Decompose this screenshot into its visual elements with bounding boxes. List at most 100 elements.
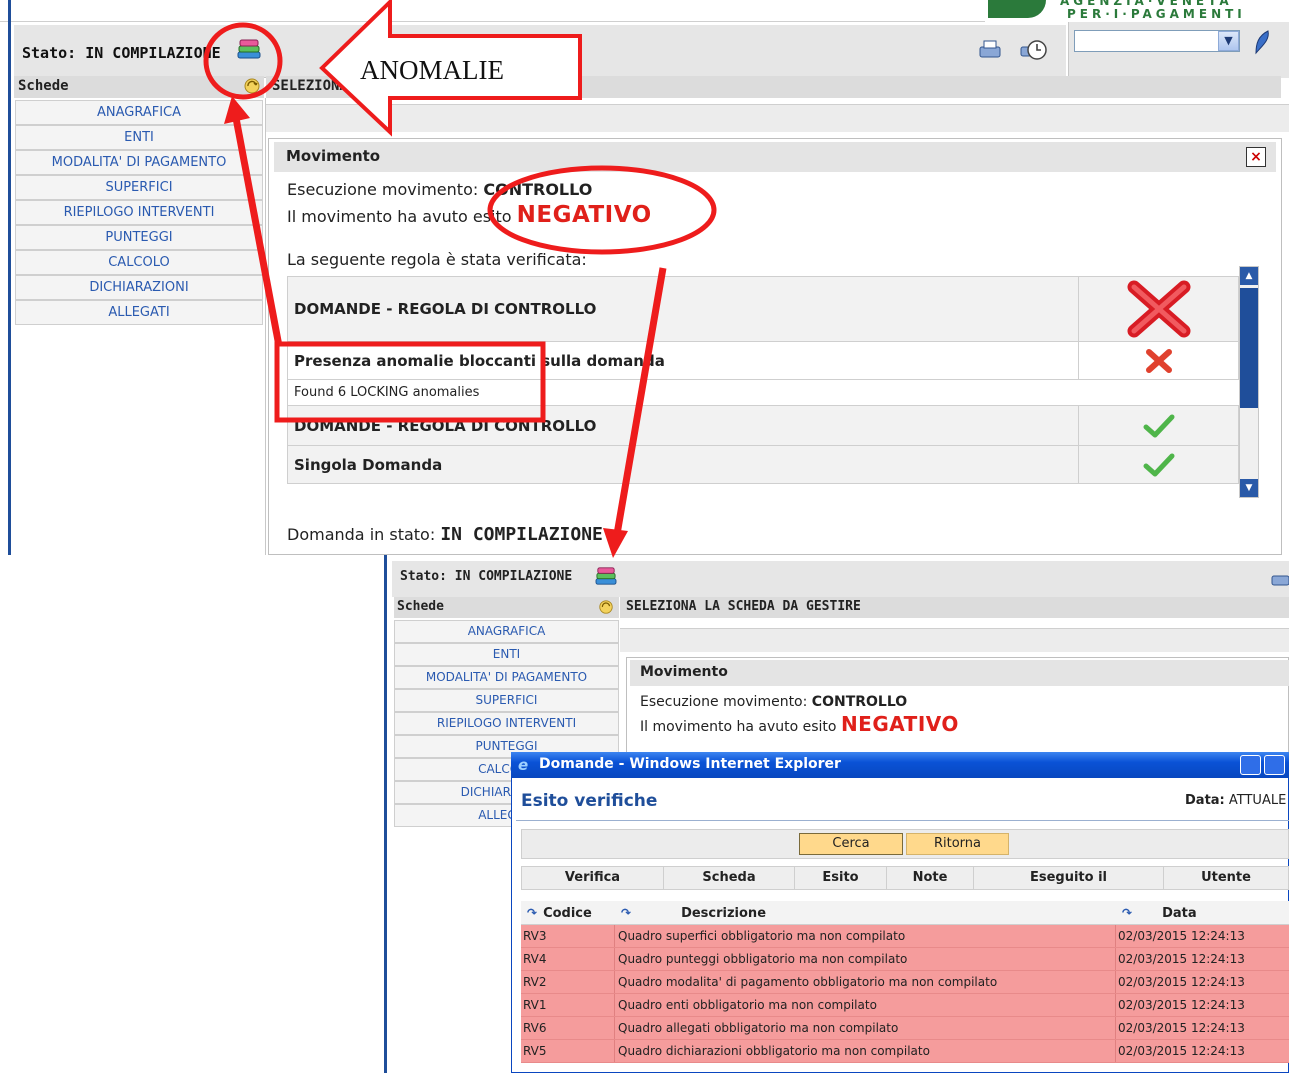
rule-text: Presenza anomalie bloccanti sulla domand… [294,351,665,370]
rule-result [1078,406,1238,445]
status-label: Stato: [400,569,447,584]
browser-top-strip [0,0,1070,22]
movimento-title: Movimento [630,660,1289,686]
col-verifica[interactable]: Verifica [522,867,664,889]
data-label: Data: [1185,793,1225,808]
menu-item-anagrafica[interactable]: ANAGRAFICA [394,620,619,643]
anomalia-row[interactable]: RV1 Quadro enti obbligatorio ma non comp… [521,994,1289,1017]
descrizione-cell: Quadro allegati obbligatorio ma non comp… [615,1017,1116,1039]
col-note[interactable]: Note [887,867,974,889]
schede-header: Schede [394,597,619,618]
close-icon[interactable]: × [1246,147,1266,167]
menu-item-anagrafica[interactable]: ANAGRAFICA [15,100,263,125]
anomalie-header: ↷ Codice ↷ Descrizione ↷ Data [521,901,1289,925]
menu-item-enti[interactable]: ENTI [394,643,619,666]
status-value: IN COMPILAZIONE [454,569,573,584]
minimize-icon[interactable] [1240,755,1261,775]
selezione-header: SELEZIONA LA SCHEDA DA GESTIRE [620,597,1289,618]
anomalia-row[interactable]: RV6 Quadro allegati obbligatorio ma non … [521,1017,1289,1040]
exec-line: Esecuzione movimento: CONTROLLO [640,694,907,710]
descrizione-cell: Quadro modalita' di pagamento obbligator… [615,971,1116,993]
fail-large-icon [1127,280,1190,338]
menu-item-superfici[interactable]: SUPERFICI [15,175,263,200]
anomalie-annotation-label: ANOMALIE [360,55,504,85]
col-data[interactable]: ↷ Data [1116,901,1289,924]
menu-item-riepilogo-interventi[interactable]: RIEPILOGO INTERVENTI [394,712,619,735]
refresh-icon[interactable] [243,77,261,95]
status-label: Stato: [22,44,77,62]
col-codice[interactable]: ↷ Codice [521,901,615,924]
col-scheda[interactable]: Scheda [664,867,795,889]
status-text: Stato: IN COMPILAZIONE [22,44,221,62]
menu-item-dichiarazioni[interactable]: DICHIARAZIONI [15,275,263,300]
sort-icon[interactable]: ↷ [621,906,631,920]
col-utente[interactable]: Utente [1164,867,1288,889]
exec-line: Esecuzione movimento: CONTROLLO [287,180,592,199]
ritorna-button[interactable]: Ritorna [906,833,1009,855]
movimento-title: Movimento [274,142,1276,172]
feather-icon[interactable] [1248,28,1276,56]
data-cell: 02/03/2015 12:24:13 [1118,1021,1245,1035]
divider [516,820,1289,821]
rule-text: DOMANDE - REGOLA DI CONTROLLO [294,416,597,435]
maximize-icon[interactable] [1264,755,1285,775]
data-value: ATTUALE [1228,793,1287,808]
menu-item-modalita-pagamento[interactable]: MODALITA' DI PAGAMENTO [15,150,263,175]
scroll-down-icon[interactable]: ▼ [1240,479,1258,497]
menu-item-superfici[interactable]: SUPERFICI [394,689,619,712]
fail-icon [1145,348,1172,373]
print-icon[interactable] [976,37,1004,63]
descrizione-cell: Quadro superfici obbligatorio ma non com… [615,925,1116,947]
menu-item-modalita-pagamento[interactable]: MODALITA' DI PAGAMENTO [394,666,619,689]
descrizione-cell: Quadro enti obbligatorio ma non compilat… [615,994,1116,1016]
rule-row: DOMANDE - REGOLA DI CONTROLLO [287,406,1239,446]
history-icon[interactable] [1019,37,1047,63]
window-title: Domande - Windows Internet Explorer [511,752,1289,778]
codice-cell: RV4 [521,948,615,970]
codice-cell: RV5 [521,1040,615,1062]
anomalia-row[interactable]: RV2 Quadro modalita' di pagamento obblig… [521,971,1289,994]
menu-item-enti[interactable]: ENTI [15,125,263,150]
frame-border [8,0,11,555]
menu-item-calcolo[interactable]: CALCOLO [15,250,263,275]
chevron-down-icon[interactable]: ▼ [1218,31,1239,51]
menu-item-allegati[interactable]: ALLEGATI [15,300,263,325]
refresh-icon[interactable] [598,599,614,615]
toolbar [976,37,1057,67]
anomalia-row[interactable]: RV5 Quadro dichiarazioni obbligatorio ma… [521,1040,1289,1063]
sort-icon[interactable]: ↷ [527,906,537,920]
books-anomalie-icon[interactable] [236,38,262,60]
logo-text-line2: PER·I·PAGAMENTI [1067,7,1246,21]
descrizione-cell: Quadro dichiarazioni obbligatorio ma non… [615,1040,1116,1062]
rule-row: Found 6 LOCKING anomalies [287,380,1239,406]
anomalie-table: ↷ Codice ↷ Descrizione ↷ Data RV3 Quadro su… [521,901,1289,1063]
frame-border [384,555,387,1073]
check-icon [1143,414,1174,437]
print-icon[interactable] [1270,568,1289,588]
anomalia-row[interactable]: RV4 Quadro punteggi obbligatorio ma non … [521,948,1289,971]
rule-row: Singola Domanda [287,446,1239,484]
col-descrizione-label: Descrizione [681,906,767,921]
scroll-up-icon[interactable]: ▲ [1240,267,1258,285]
scrollbar-thumb[interactable] [1240,288,1258,408]
schede-header: Schede [14,76,264,98]
schede-menu: ANAGRAFICA ENTI MODALITA' DI PAGAMENTO S… [15,100,263,325]
rule-text: DOMANDE - REGOLA DI CONTROLLO [294,300,597,318]
books-anomalie-icon[interactable] [594,566,618,586]
data-cell: 02/03/2015 12:24:13 [1118,952,1245,966]
menu-item-punteggi[interactable]: PUNTEGGI [15,225,263,250]
top-select[interactable] [1074,30,1240,52]
col-descrizione[interactable]: ↷ Descrizione [615,901,1116,924]
col-eseguito-il[interactable]: Eseguito il [974,867,1164,889]
exec-value: CONTROLLO [811,694,908,710]
rule-row: Presenza anomalie bloccanti sulla domand… [287,342,1239,380]
sort-icon[interactable]: ↷ [1122,906,1132,920]
descrizione-cell: Quadro punteggi obbligatorio ma non comp… [615,948,1116,970]
col-esito[interactable]: Esito [795,867,887,889]
rules-table: DOMANDE - REGOLA DI CONTROLLO Presenza a… [287,276,1239,484]
col-data-label: Data [1162,906,1197,921]
rule-text: Singola Domanda [294,455,443,474]
cerca-button[interactable]: Cerca [799,833,903,855]
menu-item-riepilogo-interventi[interactable]: RIEPILOGO INTERVENTI [15,200,263,225]
anomalia-row[interactable]: RV3 Quadro superfici obbligatorio ma non… [521,925,1289,948]
